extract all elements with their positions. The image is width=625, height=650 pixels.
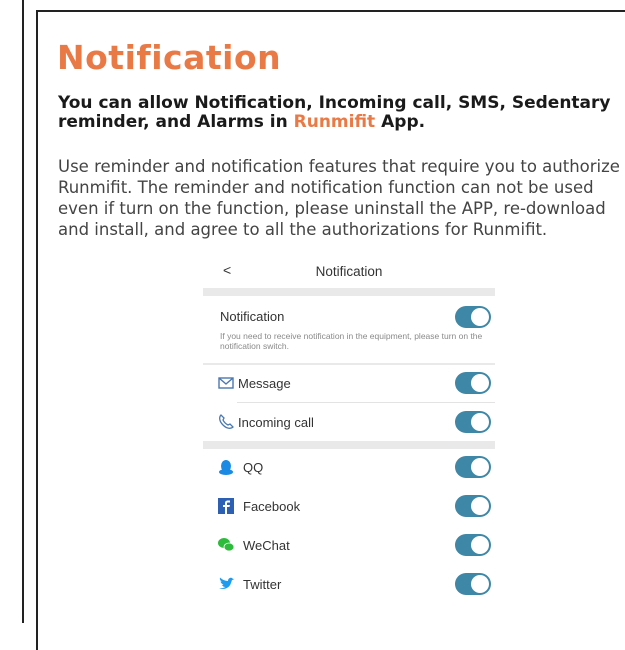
envelope-icon xyxy=(217,374,235,392)
phone-header: < Notification xyxy=(203,258,495,288)
body-paragraph: Use reminder and notification features t… xyxy=(58,157,620,239)
wechat-toggle[interactable] xyxy=(455,534,491,556)
incoming-call-label: Incoming call xyxy=(238,415,314,430)
message-label: Message xyxy=(238,376,291,391)
toggle-knob xyxy=(471,374,489,392)
toggle-knob xyxy=(471,536,489,554)
toggle-knob xyxy=(471,497,489,515)
qq-penguin-icon xyxy=(217,458,235,476)
message-row: Message xyxy=(203,364,495,402)
wechat-icon xyxy=(217,536,235,554)
facebook-label: Facebook xyxy=(243,499,301,514)
qq-label: QQ xyxy=(243,460,264,475)
subtitle-end: App. xyxy=(381,112,426,132)
twitter-toggle[interactable] xyxy=(455,573,491,595)
notification-row: Notification If you need to receive noti… xyxy=(203,296,495,366)
incoming-call-row: Incoming call xyxy=(203,403,495,441)
qq-row: QQ xyxy=(203,448,495,486)
section-separator xyxy=(203,288,495,296)
phone-icon xyxy=(217,413,235,431)
twitter-bird-icon xyxy=(217,575,235,593)
phone-screenshot: < Notification Notification If you need … xyxy=(203,258,495,618)
notification-description: If you need to receive notification in t… xyxy=(220,331,483,351)
wechat-row: WeChat xyxy=(203,526,495,564)
message-toggle[interactable] xyxy=(455,372,491,394)
phone-header-title: Notification xyxy=(315,264,383,279)
subtitle: You can allow Notification, Incoming cal… xyxy=(58,94,618,132)
toggle-knob xyxy=(471,575,489,593)
app-name: Runmifit xyxy=(293,112,376,132)
facebook-icon xyxy=(217,497,235,515)
page-frame-left xyxy=(0,0,24,623)
twitter-row: Twitter xyxy=(203,565,495,603)
incoming-call-toggle[interactable] xyxy=(455,411,491,433)
wechat-label: WeChat xyxy=(243,538,290,553)
toggle-knob xyxy=(471,308,489,326)
twitter-label: Twitter xyxy=(243,577,282,592)
notification-label: Notification xyxy=(220,309,285,324)
toggle-knob xyxy=(471,413,489,431)
page-title: Notification xyxy=(57,38,282,77)
qq-toggle[interactable] xyxy=(455,456,491,478)
toggle-knob xyxy=(471,458,489,476)
facebook-row: Facebook xyxy=(203,487,495,525)
facebook-toggle[interactable] xyxy=(455,495,491,517)
notification-toggle[interactable] xyxy=(455,306,491,328)
